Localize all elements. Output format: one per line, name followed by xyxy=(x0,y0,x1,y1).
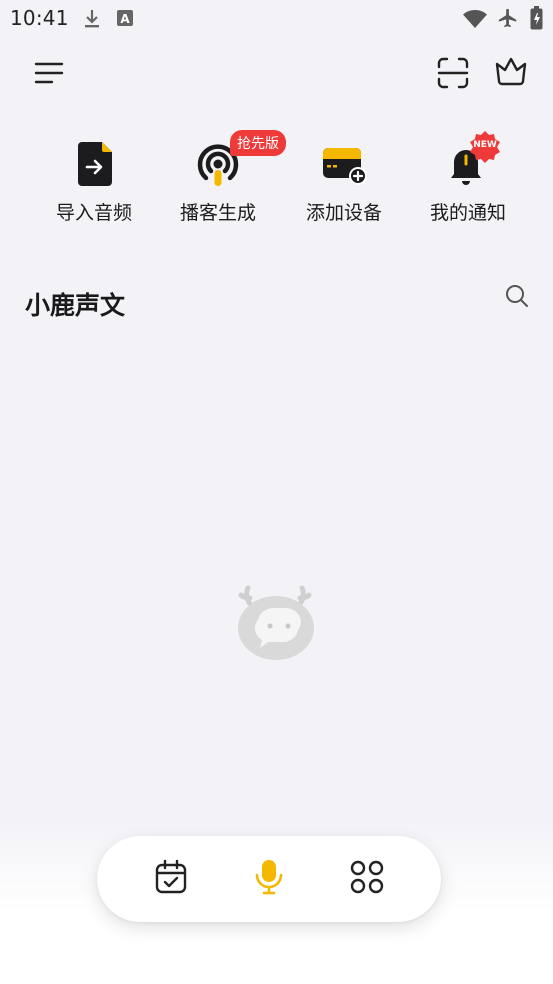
menu-button[interactable] xyxy=(29,55,69,95)
notification-bell-icon: NEW xyxy=(444,131,500,188)
bottom-nav xyxy=(97,836,441,922)
menu-icon xyxy=(34,60,64,90)
import-audio-icon xyxy=(70,140,118,188)
new-badge-label: NEW xyxy=(473,140,497,150)
quick-action-notifications[interactable]: NEW 我的通知 xyxy=(408,131,528,225)
calendar-check-icon xyxy=(154,859,188,899)
airplane-icon xyxy=(497,7,519,33)
keyboard-a-icon: A xyxy=(116,9,134,31)
add-device-icon xyxy=(320,140,368,188)
wifi-icon xyxy=(462,9,488,33)
quick-action-podcast[interactable]: 抢先版 播客生成 xyxy=(158,130,286,225)
quick-action-label: 导入音频 xyxy=(55,202,132,224)
apps-grid-icon xyxy=(350,860,384,898)
quick-action-import-audio[interactable]: 导入音频 xyxy=(34,140,154,225)
crown-icon xyxy=(494,55,528,91)
record-nav-button[interactable] xyxy=(239,849,299,909)
section-title: 小鹿声文 xyxy=(25,291,126,320)
status-time: 10:41 xyxy=(10,6,69,30)
search-icon xyxy=(504,285,530,313)
quick-action-label: 添加设备 xyxy=(305,202,382,224)
search-button[interactable] xyxy=(504,283,530,313)
early-access-badge: 抢先版 xyxy=(230,130,286,156)
quick-action-add-device[interactable]: 添加设备 xyxy=(284,140,404,225)
podcast-icon: 抢先版 xyxy=(194,130,286,188)
scan-button[interactable] xyxy=(433,55,473,95)
svg-text:A: A xyxy=(120,12,130,26)
battery-icon xyxy=(530,6,543,34)
apps-nav-button[interactable] xyxy=(337,849,397,909)
microphone-icon xyxy=(253,858,285,900)
vip-button[interactable] xyxy=(491,53,531,93)
quick-action-label: 播客生成 xyxy=(179,202,256,224)
tasks-nav-button[interactable] xyxy=(141,849,201,909)
deer-mascot-icon xyxy=(236,584,318,668)
download-icon xyxy=(82,8,102,34)
quick-action-label: 我的通知 xyxy=(429,202,506,224)
scan-icon xyxy=(436,56,470,94)
new-badge: NEW xyxy=(468,130,502,168)
